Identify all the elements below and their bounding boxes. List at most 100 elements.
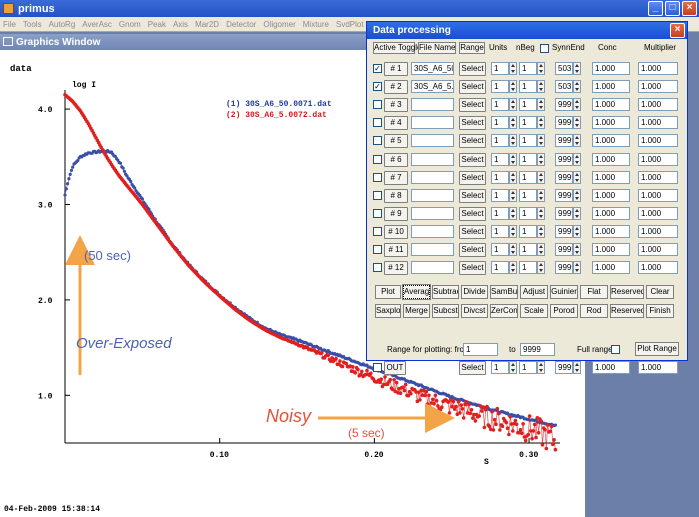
out-button[interactable]: OUT [384, 361, 406, 375]
row-nend-spinner[interactable] [573, 188, 581, 202]
row-units-spinner[interactable] [509, 62, 517, 75]
row-multiplier-field[interactable]: 1.000 [638, 134, 678, 148]
row-nend-spinner[interactable] [573, 80, 581, 94]
row-nend-field[interactable]: 9999 [555, 170, 573, 184]
row-nbeg-field[interactable]: 1 [519, 116, 537, 130]
row-conc-field[interactable]: 1.000 [592, 170, 630, 184]
row-id-button[interactable]: # 6 [384, 152, 408, 167]
row-units-field[interactable]: 1 [491, 261, 509, 275]
row-file-field[interactable] [411, 134, 454, 148]
row-nbeg-field[interactable]: 1 [519, 170, 537, 184]
row-nbeg-spinner[interactable] [537, 62, 545, 75]
menu-item-svdplot[interactable]: SvdPlot [336, 20, 364, 29]
row-file-field[interactable] [411, 206, 454, 220]
row-nbeg-field[interactable]: 1 [519, 261, 537, 275]
menu-item-axis[interactable]: Axis [173, 20, 188, 29]
row-file-field[interactable]: 30S_A6_50. [411, 62, 454, 75]
row-nend-field[interactable]: 9999 [555, 261, 573, 275]
row-id-button[interactable]: # 7 [384, 170, 408, 185]
row-conc-field[interactable]: 1.000 [592, 261, 630, 275]
row-nbeg-field[interactable]: 1 [519, 206, 537, 220]
row-select-button[interactable]: Select [459, 152, 486, 167]
row-multiplier-field[interactable]: 1.000 [638, 206, 678, 220]
row-id-button[interactable]: # 4 [384, 116, 408, 131]
row-multiplier-field[interactable]: 1.000 [638, 98, 678, 112]
row-nend-spinner[interactable] [573, 116, 581, 130]
row-select-button[interactable]: Select [459, 170, 486, 185]
row-active-checkbox[interactable] [373, 208, 382, 218]
row-nbeg-field[interactable]: 1 [519, 224, 537, 238]
row-units-field[interactable]: 1 [491, 243, 509, 256]
row-active-checkbox[interactable] [373, 245, 382, 254]
menu-item-detector[interactable]: Detector [226, 20, 256, 29]
row-file-field[interactable] [411, 188, 454, 202]
row-file-field[interactable] [411, 224, 454, 238]
menu-item-tools[interactable]: Tools [23, 20, 42, 29]
row-select-button[interactable]: Select [459, 206, 486, 221]
row-units-spinner[interactable] [509, 152, 517, 166]
row-conc-field[interactable]: 1.000 [592, 62, 630, 75]
row-units-spinner[interactable] [509, 243, 517, 256]
row-nend-field[interactable]: 9999 [555, 206, 573, 220]
row-conc-field[interactable]: 1.000 [592, 152, 630, 166]
row-units-field[interactable]: 1 [491, 80, 509, 94]
menu-item-mar2d[interactable]: Mar2D [195, 20, 219, 29]
out-conc-field[interactable]: 1.000 [592, 361, 630, 374]
row-nend-field[interactable]: 9999 [555, 134, 573, 148]
row-units-field[interactable]: 1 [491, 134, 509, 148]
out-select-button[interactable]: Select [459, 361, 486, 375]
out-nbeg-spinner[interactable] [537, 361, 545, 374]
row-nend-field[interactable]: 9999 [555, 116, 573, 130]
row-units-field[interactable]: 1 [491, 170, 509, 184]
row-conc-field[interactable]: 1.000 [592, 134, 630, 148]
row-nend-field[interactable]: 9999 [555, 152, 573, 166]
app-titlebar[interactable]: primus _ □ × [0, 0, 699, 17]
row-nbeg-spinner[interactable] [537, 152, 545, 166]
row-conc-field[interactable]: 1.000 [592, 80, 630, 94]
active-toggle-button[interactable]: Active Toggle [373, 42, 421, 54]
range-button[interactable]: Range [459, 42, 485, 54]
scale-action-button[interactable]: Scale [520, 304, 548, 318]
reserved-action-button[interactable]: Reserved [610, 285, 644, 299]
row-id-button[interactable]: # 12 [384, 261, 408, 276]
row-active-checkbox[interactable] [373, 154, 382, 164]
row-units-spinner[interactable] [509, 188, 517, 202]
row-active-checkbox[interactable]: ✓ [373, 64, 382, 73]
row-file-field[interactable] [411, 261, 454, 275]
menu-item-mixture[interactable]: Mixture [303, 20, 329, 29]
row-id-button[interactable]: # 1 [384, 62, 408, 76]
row-units-spinner[interactable] [509, 170, 517, 184]
row-multiplier-field[interactable]: 1.000 [638, 62, 678, 75]
out-units-field[interactable]: 1 [491, 361, 509, 374]
row-select-button[interactable]: Select [459, 62, 486, 76]
row-multiplier-field[interactable]: 1.000 [638, 80, 678, 94]
row-units-field[interactable]: 1 [491, 116, 509, 130]
row-nend-spinner[interactable] [573, 134, 581, 148]
row-file-field[interactable] [411, 243, 454, 256]
row-units-field[interactable]: 1 [491, 188, 509, 202]
menu-item-peak[interactable]: Peak [148, 20, 166, 29]
maximize-button[interactable]: □ [665, 1, 680, 16]
row-nend-spinner[interactable] [573, 243, 581, 256]
row-nend-spinner[interactable] [573, 98, 581, 112]
row-units-field[interactable]: 1 [491, 152, 509, 166]
row-file-field[interactable] [411, 152, 454, 166]
out-nbeg-field[interactable]: 1 [519, 361, 537, 374]
row-units-spinner[interactable] [509, 224, 517, 238]
row-active-checkbox[interactable] [373, 172, 382, 182]
zerconc-action-button[interactable]: ZerConc [490, 304, 518, 318]
menu-item-file[interactable]: File [3, 20, 16, 29]
row-nend-spinner[interactable] [573, 62, 581, 75]
row-units-spinner[interactable] [509, 116, 517, 130]
full-range-checkbox[interactable] [611, 345, 620, 354]
row-units-field[interactable]: 1 [491, 98, 509, 112]
guinier-action-button[interactable]: Guinier [550, 285, 578, 299]
row-active-checkbox[interactable] [373, 263, 382, 273]
row-nend-field[interactable]: 9999 [555, 243, 573, 256]
row-nbeg-field[interactable]: 1 [519, 62, 537, 75]
out-multiplier-field[interactable]: 1.000 [638, 361, 678, 374]
out-nend-spinner[interactable] [573, 361, 581, 374]
sambuf-action-button[interactable]: SamBuf [490, 285, 518, 299]
row-conc-field[interactable]: 1.000 [592, 224, 630, 238]
average-action-button[interactable]: Average [402, 284, 431, 300]
